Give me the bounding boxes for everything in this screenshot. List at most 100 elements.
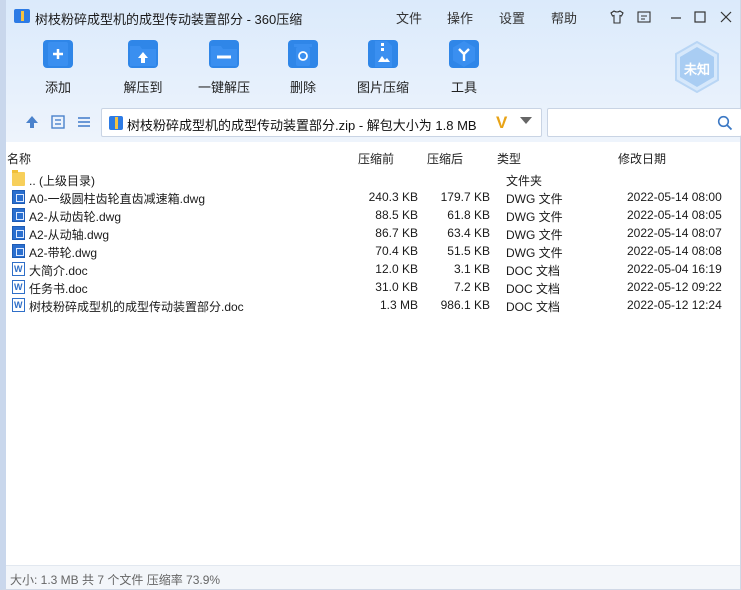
file-size-before: 240.3 KB: [368, 190, 418, 204]
tools-label: 工具: [450, 80, 477, 95]
file-size-after: 3.1 KB: [453, 262, 490, 276]
doc-file-icon: [12, 280, 25, 294]
status-text: 大小: 1.3 MB 共 7 个文件 压缩率 73.9%: [10, 573, 221, 587]
extract-to-button[interactable]: 解压到: [113, 40, 173, 96]
unknown-status-badge[interactable]: 未知: [674, 40, 720, 94]
file-size-before: 86.7 KB: [375, 226, 418, 240]
menu-settings[interactable]: 设置: [499, 8, 525, 27]
column-type[interactable]: 类型: [497, 150, 521, 167]
file-date: 2022-05-04 16:19: [627, 262, 722, 276]
address-bar[interactable]: 树枝粉碎成型机的成型传动装置部分.zip - 解包大小为 1.8 MB V: [101, 108, 542, 137]
table-row[interactable]: 任务书.doc 31.0 KB 7.2 KB DOC 文档 2022-05-12…: [6, 278, 740, 296]
file-name: A2-带轮.dwg: [29, 246, 98, 260]
file-name: A0-一级圆柱齿轮直齿减速箱.dwg: [29, 192, 206, 206]
tools-icon: [449, 40, 479, 68]
dwg-file-icon: [12, 244, 25, 258]
file-type: DWG 文件: [506, 192, 563, 206]
minimize-icon[interactable]: [668, 9, 684, 25]
one-click-extract-icon: [209, 40, 239, 68]
delete-icon: [288, 40, 318, 68]
table-row[interactable]: A2-从动轴.dwg 86.7 KB 63.4 KB DWG 文件 2022-0…: [6, 224, 740, 242]
folder-icon: [12, 170, 25, 186]
column-compressed-after[interactable]: 压缩后: [427, 150, 463, 167]
file-type: DWG 文件: [506, 246, 563, 260]
file-date: 2022-05-14 08:00: [627, 190, 722, 204]
file-date: 2022-05-12 09:22: [627, 280, 722, 294]
dwg-file-icon: [12, 208, 25, 222]
close-icon[interactable]: [718, 9, 734, 25]
file-date: 2022-05-14 08:05: [627, 208, 722, 222]
file-size-after: 986.1 KB: [440, 298, 490, 312]
file-date: 2022-05-12 12:24: [627, 298, 722, 312]
search-icon[interactable]: [717, 115, 733, 134]
chevron-down-icon[interactable]: [520, 117, 532, 124]
extract-to-icon: [128, 40, 158, 68]
zip-archive-icon: [109, 116, 123, 130]
table-row[interactable]: A2-从动齿轮.dwg 88.5 KB 61.8 KB DWG 文件 2022-…: [6, 206, 740, 224]
file-name: 大简介.doc: [29, 264, 88, 278]
table-row[interactable]: A2-带轮.dwg 70.4 KB 51.5 KB DWG 文件 2022-05…: [6, 242, 740, 260]
file-type: DOC 文档: [506, 282, 561, 296]
add-icon: [43, 40, 73, 68]
column-modified[interactable]: 修改日期: [618, 150, 666, 167]
image-compress-button[interactable]: 图片压缩: [353, 40, 413, 96]
search-box[interactable]: [547, 108, 741, 137]
file-date: 2022-05-14 08:07: [627, 226, 722, 240]
feedback-icon[interactable]: [636, 9, 652, 25]
add-label: 添加: [44, 80, 71, 95]
menu-file[interactable]: 文件: [396, 8, 422, 27]
file-type: DWG 文件: [506, 210, 563, 224]
app-logo-icon: [14, 9, 30, 23]
title-bar[interactable]: 树枝粉碎成型机的成型传动装置部分 - 360压缩 文件 操作 设置 帮助: [6, 0, 740, 32]
file-type: DOC 文档: [506, 264, 561, 278]
dwg-file-icon: [12, 226, 25, 240]
header-area: 树枝粉碎成型机的成型传动装置部分 - 360压缩 文件 操作 设置 帮助 添加 …: [6, 0, 741, 142]
delete-label: 删除: [289, 80, 316, 95]
file-size-after: 7.2 KB: [453, 280, 490, 294]
file-size-after: 61.8 KB: [447, 208, 490, 222]
doc-file-icon: [12, 298, 25, 312]
add-button[interactable]: 添加: [28, 40, 88, 96]
status-bar: 大小: 1.3 MB 共 7 个文件 压缩率 73.9%: [6, 565, 740, 589]
menu-operate[interactable]: 操作: [447, 8, 473, 27]
table-row[interactable]: A0-一级圆柱齿轮直齿减速箱.dwg 240.3 KB 179.7 KB DWG…: [6, 188, 740, 206]
file-name: A2-从动齿轮.dwg: [29, 210, 122, 224]
v-verified-icon[interactable]: V: [496, 113, 507, 133]
file-size-before: 31.0 KB: [375, 280, 418, 294]
delete-button[interactable]: 删除: [273, 40, 333, 96]
doc-file-icon: [12, 262, 25, 276]
app-window: 树枝粉碎成型机的成型传动装置部分 - 360压缩 文件 操作 设置 帮助 添加 …: [0, 0, 741, 590]
file-size-after: 63.4 KB: [447, 226, 490, 240]
search-input[interactable]: [552, 113, 712, 132]
file-date: 2022-05-14 08:08: [627, 244, 722, 258]
column-name[interactable]: 名称: [7, 150, 31, 167]
view-options-icon[interactable]: [75, 113, 93, 131]
column-header: 名称 压缩前 压缩后 类型 修改日期: [6, 142, 740, 170]
list-view-icon[interactable]: [49, 113, 67, 131]
file-size-before: 88.5 KB: [375, 208, 418, 222]
file-name: A2-从动轴.dwg: [29, 228, 110, 242]
file-size-before: 1.3 MB: [379, 298, 418, 312]
menu-help[interactable]: 帮助: [551, 8, 577, 27]
maximize-icon[interactable]: [692, 9, 708, 25]
table-row[interactable]: .. (上级目录) 文件夹: [6, 170, 740, 188]
file-type: DOC 文档: [506, 300, 561, 314]
table-row[interactable]: 大简介.doc 12.0 KB 3.1 KB DOC 文档 2022-05-04…: [6, 260, 740, 278]
tools-button[interactable]: 工具: [434, 40, 494, 96]
skin-shirt-icon[interactable]: [609, 9, 625, 25]
one-click-extract-button[interactable]: 一键解压: [194, 40, 254, 96]
file-size-before: 70.4 KB: [375, 244, 418, 258]
file-type: 文件夹: [506, 174, 543, 188]
file-name: .. (上级目录): [29, 174, 95, 188]
column-compressed-before[interactable]: 压缩前: [358, 150, 394, 167]
one-click-extract-label: 一键解压: [197, 80, 250, 95]
image-compress-label: 图片压缩: [356, 80, 409, 95]
file-name: 树枝粉碎成型机的成型传动装置部分.doc: [29, 300, 244, 314]
dwg-file-icon: [12, 190, 25, 204]
up-arrow-icon[interactable]: [23, 113, 41, 131]
file-type: DWG 文件: [506, 228, 563, 242]
table-row[interactable]: 树枝粉碎成型机的成型传动装置部分.doc 1.3 MB 986.1 KB DOC…: [6, 296, 740, 314]
file-size-before: 12.0 KB: [375, 262, 418, 276]
extract-to-label: 解压到: [123, 80, 163, 95]
file-name: 任务书.doc: [29, 282, 88, 296]
